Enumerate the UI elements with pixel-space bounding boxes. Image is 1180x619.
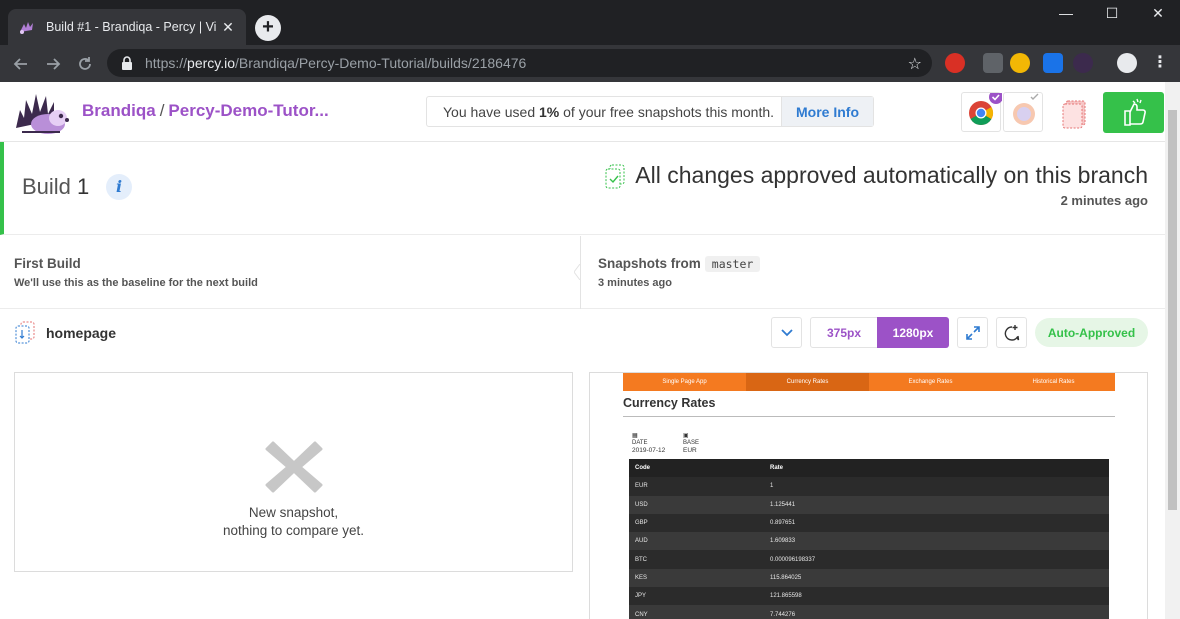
preview-rates-table: Code Rate EUR 1 USD 1.125441 GBP 0.897651 AU…: [629, 459, 1109, 619]
build-info-icon[interactable]: i: [106, 174, 132, 200]
approve-build-button[interactable]: [1103, 92, 1164, 133]
breadcrumb-project-link[interactable]: Percy-Demo-Tutor...: [168, 101, 328, 120]
table-row: BTC 0.000096198337: [629, 550, 1109, 569]
new-tab-button[interactable]: +: [255, 15, 281, 41]
snapshot-stack-icon: [1062, 100, 1086, 129]
first-build-subtitle: We'll use this as the baseline for the n…: [14, 277, 258, 289]
expand-icon: [965, 325, 980, 340]
back-icon[interactable]: [8, 51, 34, 77]
table-row: JPY 121.865598: [629, 587, 1109, 606]
percy-hedgehog-logo-icon[interactable]: [12, 88, 70, 136]
forward-icon[interactable]: [40, 51, 66, 77]
chrome-browser-toggle[interactable]: [961, 90, 1003, 132]
breadcrumb-org-link[interactable]: Brandiqa: [82, 101, 156, 120]
currency-icon: ▣: [683, 433, 689, 439]
build-title: Build 1: [22, 174, 90, 199]
snapshots-from: Snapshots from master: [598, 256, 761, 272]
extension-icon-5[interactable]: [1073, 53, 1093, 73]
profile-avatar-icon[interactable]: [1117, 53, 1137, 73]
width-1280-button[interactable]: 1280px: [877, 317, 949, 348]
address-bar[interactable]: https://percy.io/Brandiqa/Percy-Demo-Tut…: [107, 49, 932, 77]
preview-nav-bar: Single Page App Currency Rates Exchange …: [623, 373, 1115, 391]
preview-nav-item: Historical Rates: [1032, 379, 1075, 385]
bookmark-star-icon[interactable]: ☆: [908, 54, 922, 74]
extension-icon-4[interactable]: [1043, 53, 1063, 73]
preview-base: ▣ BASE EUR: [683, 433, 700, 454]
firefox-icon: [1013, 93, 1039, 125]
table-row: AUD 1.609833: [629, 532, 1109, 551]
minimize-icon[interactable]: —: [1043, 0, 1089, 28]
browser-tab[interactable]: Build #1 - Brandiqa - Percy | Visual ✕: [8, 9, 246, 45]
thumbs-up-icon: [1124, 98, 1146, 126]
collapse-snapshot-button[interactable]: [771, 317, 802, 348]
chevron-down-icon: [780, 328, 793, 336]
extension-icon-1[interactable]: [945, 53, 965, 73]
chrome-icon: [969, 90, 1003, 126]
preview-divider: [623, 416, 1115, 417]
percy-favicon-icon: [20, 22, 33, 34]
table-row: EUR 1: [629, 477, 1109, 496]
auto-approved-badge: Auto-Approved: [1035, 318, 1148, 347]
table-header-row: Code Rate: [629, 459, 1109, 478]
app-header: Brandiqa / Percy-Demo-Tutor... You have us…: [0, 82, 1165, 142]
build-status-text: All changes approved automatically on th…: [635, 162, 1148, 188]
breadcrumb: Brandiqa / Percy-Demo-Tutor...: [82, 101, 329, 121]
table-row: USD 1.125441: [629, 495, 1109, 514]
build-status: All changes approved automatically on th…: [603, 162, 1148, 189]
snapshot-preview-panel[interactable]: Single Page App Currency Rates Exchange …: [589, 372, 1148, 619]
scrollbar-thumb[interactable]: [1168, 110, 1177, 510]
lock-icon: [122, 56, 132, 70]
comment-button[interactable]: [996, 317, 1027, 348]
snapshot-icon: [15, 321, 35, 344]
build-info-bar: First Build We'll use this as the baseli…: [0, 236, 1165, 309]
calendar-icon: ▦: [632, 433, 638, 439]
reload-icon[interactable]: [72, 51, 98, 77]
preview-nav-item: Single Page App: [662, 379, 707, 385]
approved-snapshots-icon: [605, 164, 625, 188]
percy-page: Brandiqa / Percy-Demo-Tutor... You have us…: [0, 82, 1165, 619]
url-text: https://percy.io/Brandiqa/Percy-Demo-Tut…: [145, 55, 527, 71]
tab-close-icon[interactable]: ✕: [220, 19, 236, 36]
preview-nav-item: Exchange Rates: [908, 379, 953, 385]
extension-icon-2[interactable]: [983, 53, 1003, 73]
build-status-time: 2 minutes ago: [1060, 193, 1148, 208]
more-info-button[interactable]: More Info: [781, 97, 873, 126]
divider-arrow-icon: [574, 264, 581, 280]
width-375-button[interactable]: 375px: [810, 317, 878, 348]
breadcrumb-separator: /: [159, 101, 165, 120]
firefox-browser-toggle[interactable]: [1003, 92, 1043, 132]
maximize-icon[interactable]: ☐: [1089, 0, 1135, 28]
browser-tab-bar: Build #1 - Brandiqa - Percy | Visual ✕ +…: [0, 0, 1180, 45]
snapshots-time: 3 minutes ago: [598, 277, 672, 289]
table-row: GBP 0.897651: [629, 513, 1109, 533]
branch-badge: master: [704, 256, 761, 272]
fullscreen-button[interactable]: [957, 317, 988, 348]
first-build-title: First Build: [14, 256, 81, 271]
browser-menu-icon[interactable]: ⋮: [1152, 54, 1168, 72]
no-baseline-x-icon: [265, 441, 323, 493]
preview-date: ▦ DATE 2019-07-12: [632, 433, 666, 454]
new-snapshot-message: New snapshot, nothing to compare yet.: [222, 505, 365, 538]
comment-add-icon: [1004, 324, 1019, 341]
browser-toolbar: https://percy.io/Brandiqa/Percy-Demo-Tut…: [0, 45, 1180, 82]
build-summary: Build 1 i All changes approved automatic…: [0, 142, 1165, 235]
close-window-icon[interactable]: ✕: [1135, 0, 1180, 28]
preview-nav-item: Currency Rates: [746, 373, 869, 391]
tab-title: Build #1 - Brandiqa - Percy | Visual: [46, 20, 216, 34]
preview-title: Currency Rates: [623, 396, 716, 410]
snapshot-stack-button[interactable]: [1055, 92, 1095, 132]
snapshot-name: homepage: [46, 325, 117, 341]
usage-banner: You have used 1% of your free snapshots …: [426, 96, 874, 127]
table-row: CNY 7.744276: [629, 605, 1109, 619]
snapshot-header: homepage 375px 1280px Auto-Approved: [0, 309, 1165, 357]
page-scrollbar[interactable]: [1165, 82, 1180, 619]
baseline-panel: New snapshot, nothing to compare yet.: [14, 372, 573, 572]
table-row: KES 115.864025: [629, 568, 1109, 588]
usage-text: You have used 1% of your free snapshots …: [443, 103, 775, 120]
extension-icon-3[interactable]: [1010, 53, 1030, 73]
